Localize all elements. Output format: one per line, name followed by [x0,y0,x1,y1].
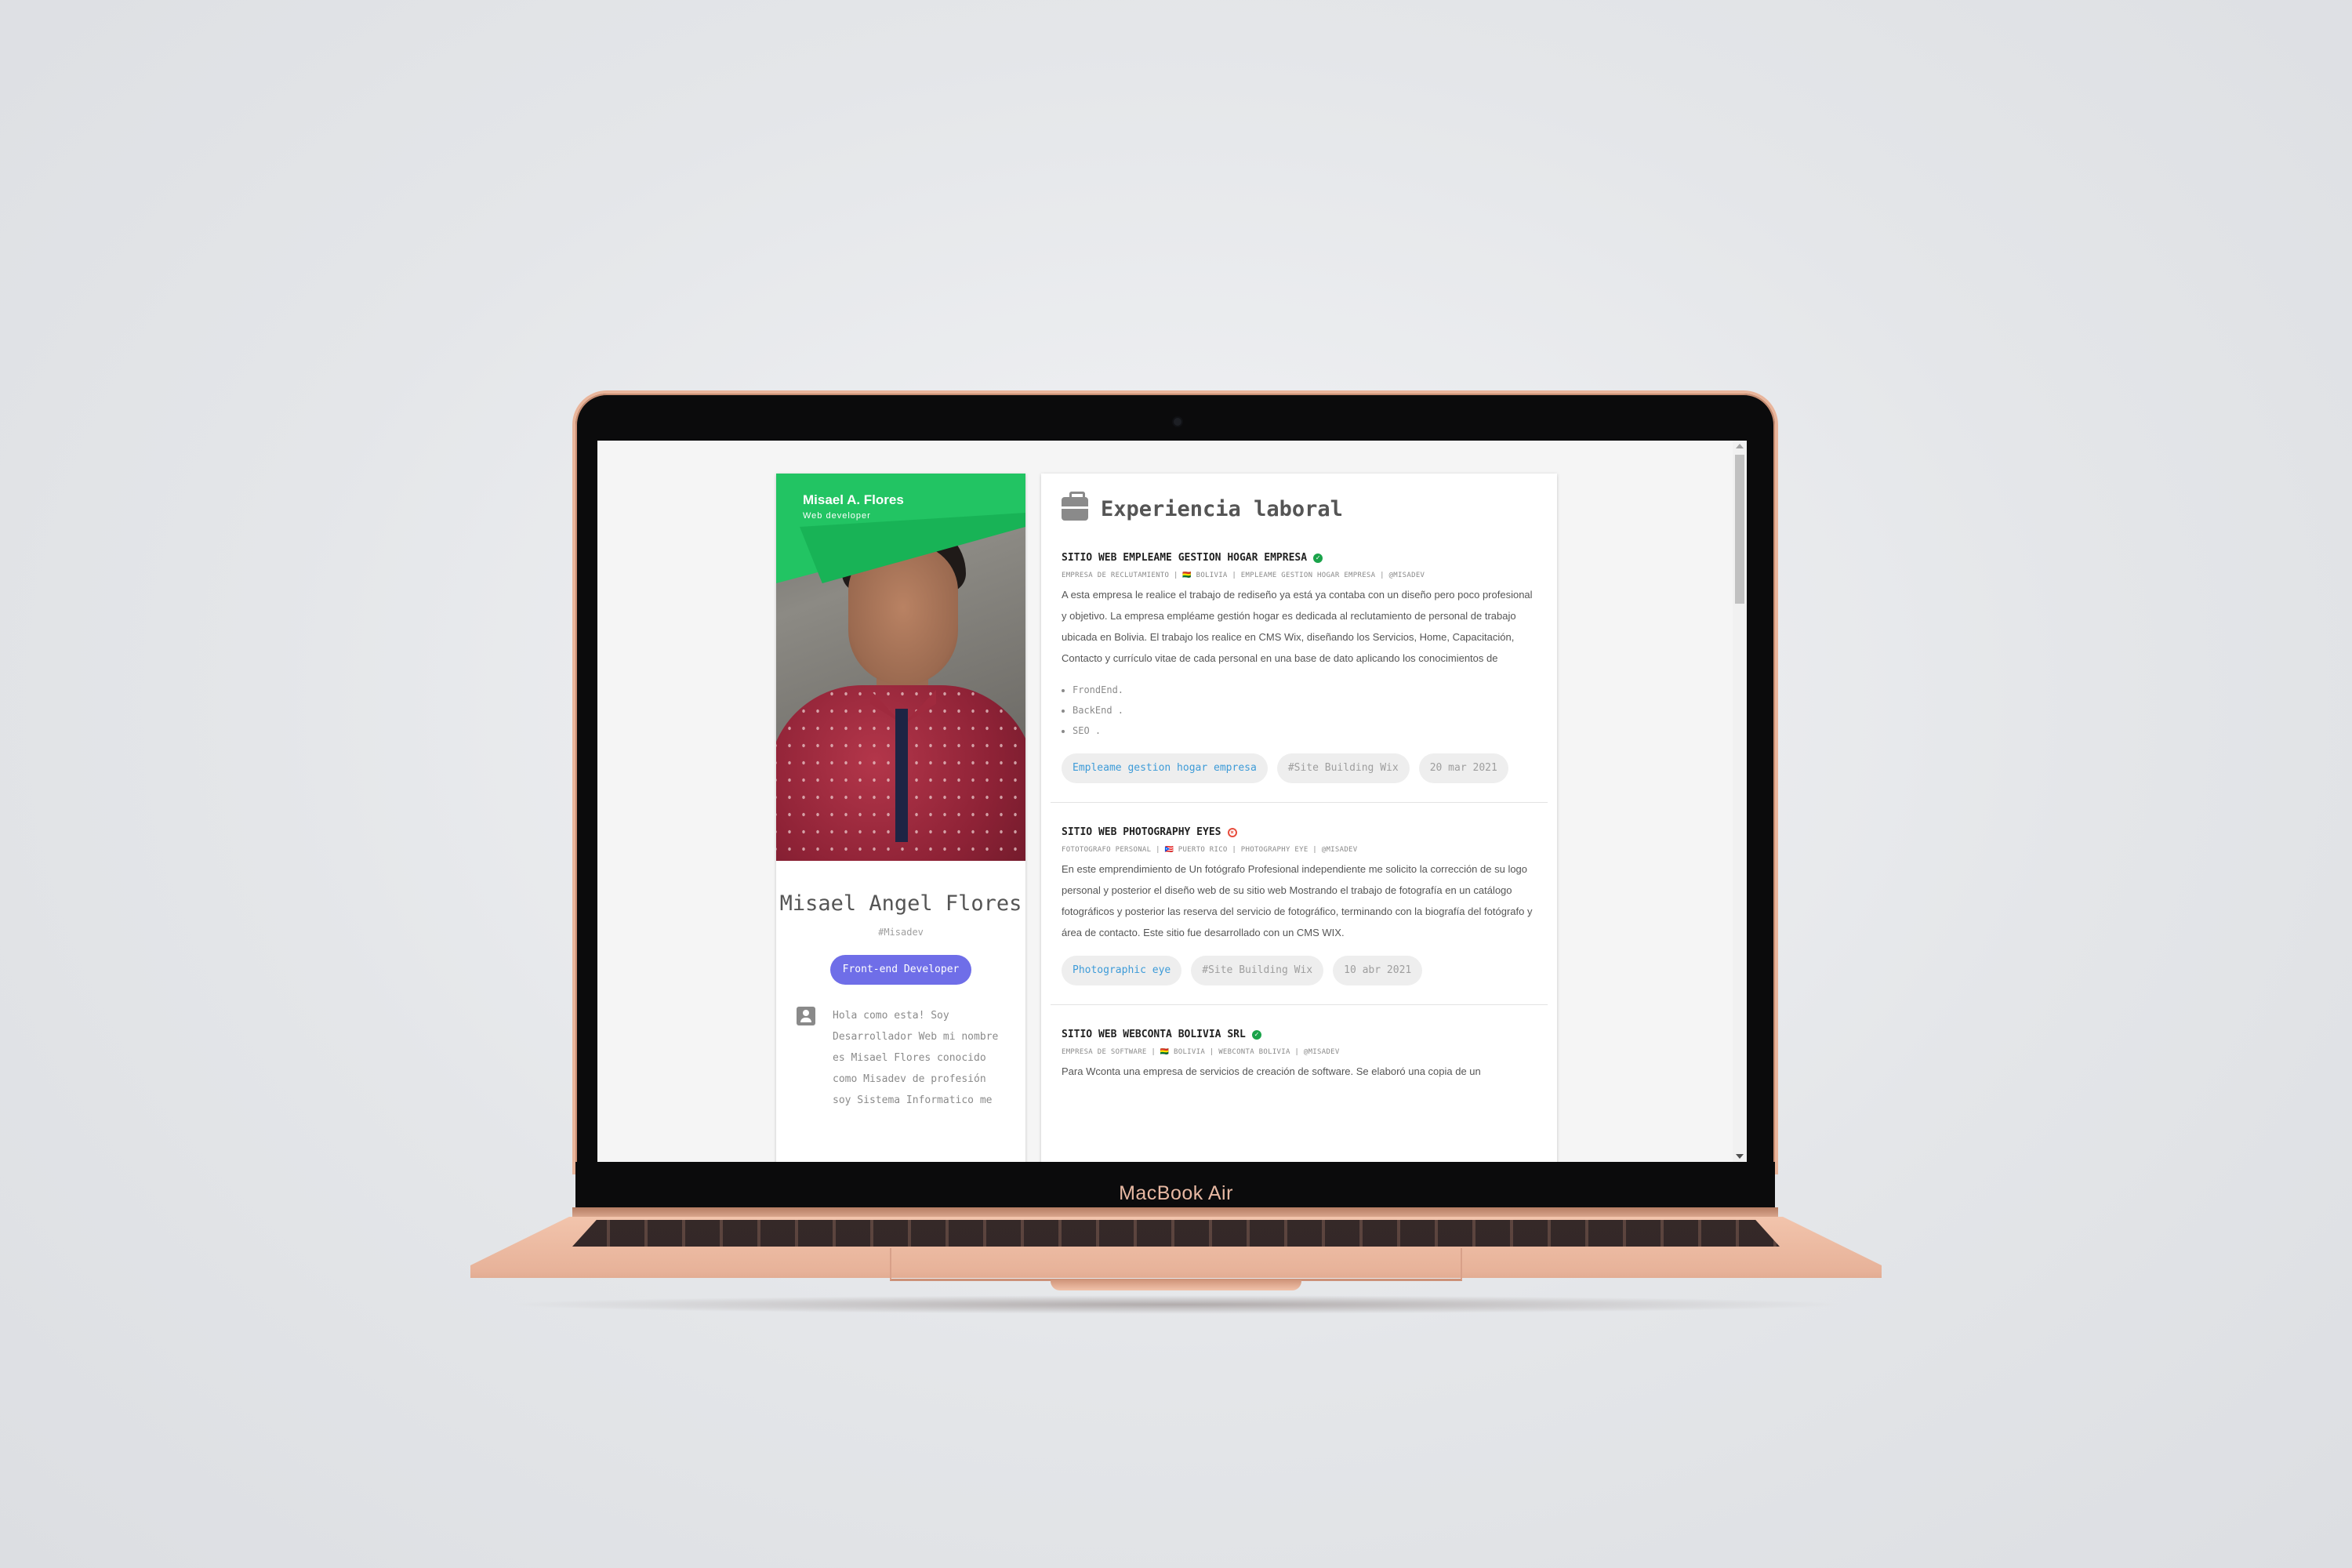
job-description: En este emprendimiento de Un fotógrafo P… [1062,863,1533,938]
job-entry: SITIO WEB PHOTOGRAPHY EYES × FOTOTOGRAFO… [1041,826,1557,985]
skill-item: FrondEnd. [1073,680,1537,700]
verified-check-icon: ✓ [1251,1029,1261,1040]
briefcase-icon [1062,492,1088,521]
laptop-shadow [502,1295,1850,1314]
scroll-thumb[interactable] [1735,455,1744,604]
job-description: A esta empresa le realice el trabajo de … [1062,589,1533,664]
skills-list: FrondEnd. BackEnd . SEO . [1073,680,1537,741]
job-divider [1051,1004,1548,1005]
profile-full-name: Misael Angel Flores [779,891,1022,916]
error-circle-icon: × [1227,827,1237,837]
vertical-scrollbar[interactable] [1733,441,1747,1162]
job-title: SITIO WEB PHOTOGRAPHY EYES [1062,826,1221,838]
job-meta: EMPRESA DE SOFTWARE | 🇧🇴 BOLIVIA | WEBCO… [1062,1048,1340,1056]
role-chip[interactable]: Front-end Developer [830,955,971,985]
project-link-tag[interactable]: Empleame gestion hogar empresa [1062,753,1268,783]
experience-card: Experiencia laboral SITIO WEB EMPLEAME G… [1041,474,1557,1162]
job-entry: SITIO WEB EMPLEAME GESTION HOGAR EMPRESA… [1041,552,1557,783]
job-title-row: SITIO WEB EMPLEAME GESTION HOGAR EMPRESA… [1062,552,1537,564]
profile-card: Misael A. Flores Web developer Misael An… [776,474,1025,1162]
job-description: Para Wconta una empresa de servicios de … [1062,1065,1481,1077]
bio-text: Hola como esta! Soy Desarrollador Web mi… [833,1010,999,1106]
browser-viewport[interactable]: Misael A. Flores Web developer Misael An… [597,441,1747,1162]
job-title: SITIO WEB EMPLEAME GESTION HOGAR EMPRESA [1062,552,1308,564]
skill-item: SEO . [1073,720,1537,741]
verified-check-icon: ✓ [1313,553,1323,563]
date-tag: 20 mar 2021 [1418,753,1508,783]
job-title-row: SITIO WEB WEBCONTA BOLIVIA SRL ✓ [1062,1029,1537,1040]
scroll-up-arrow-icon[interactable] [1736,444,1744,448]
category-tag: #Site Building Wix [1191,956,1324,985]
skill-item: BackEnd . [1073,700,1537,720]
macbook-air-mockup: Misael A. Flores Web developer Misael An… [0,0,2352,1568]
scroll-down-arrow-icon[interactable] [1736,1154,1744,1159]
webcam [1174,418,1181,426]
job-meta: FOTOTOGRAFO PERSONAL | 🇵🇷 PUERTO RICO | … [1062,846,1358,854]
job-tags: Photographic eye #Site Building Wix 10 a… [1062,956,1537,985]
job-divider [1051,802,1548,803]
profile-photo: Misael A. Flores Web developer [776,474,1025,861]
job-title: SITIO WEB WEBCONTA BOLIVIA SRL [1062,1029,1246,1040]
project-link-tag[interactable]: Photographic eye [1062,956,1182,985]
job-meta: EMPRESA DE RECLUTAMIENTO | 🇧🇴 BOLIVIA | … [1062,572,1425,579]
contact-card-icon [797,1007,815,1025]
job-entry: SITIO WEB WEBCONTA BOLIVIA SRL ✓ EMPRESA… [1041,1029,1557,1082]
bio-section: Hola como esta! Soy Desarrollador Web mi… [776,1005,1025,1111]
banner-role: Web developer [803,511,871,521]
profile-handle: #Misadev [878,927,924,938]
lid-open-notch [1051,1279,1301,1290]
device-brand-label: MacBook Air [1119,1182,1233,1204]
experience-title: Experiencia laboral [1101,497,1343,521]
job-tags: Empleame gestion hogar empresa #Site Bui… [1062,753,1537,783]
banner-name: Misael A. Flores [803,492,904,507]
date-tag: 10 abr 2021 [1333,956,1423,985]
keyboard [572,1220,1780,1247]
experience-header: Experiencia laboral [1041,474,1557,552]
trackpad [890,1248,1462,1281]
category-tag: #Site Building Wix [1276,753,1410,783]
job-title-row: SITIO WEB PHOTOGRAPHY EYES × [1062,826,1537,838]
